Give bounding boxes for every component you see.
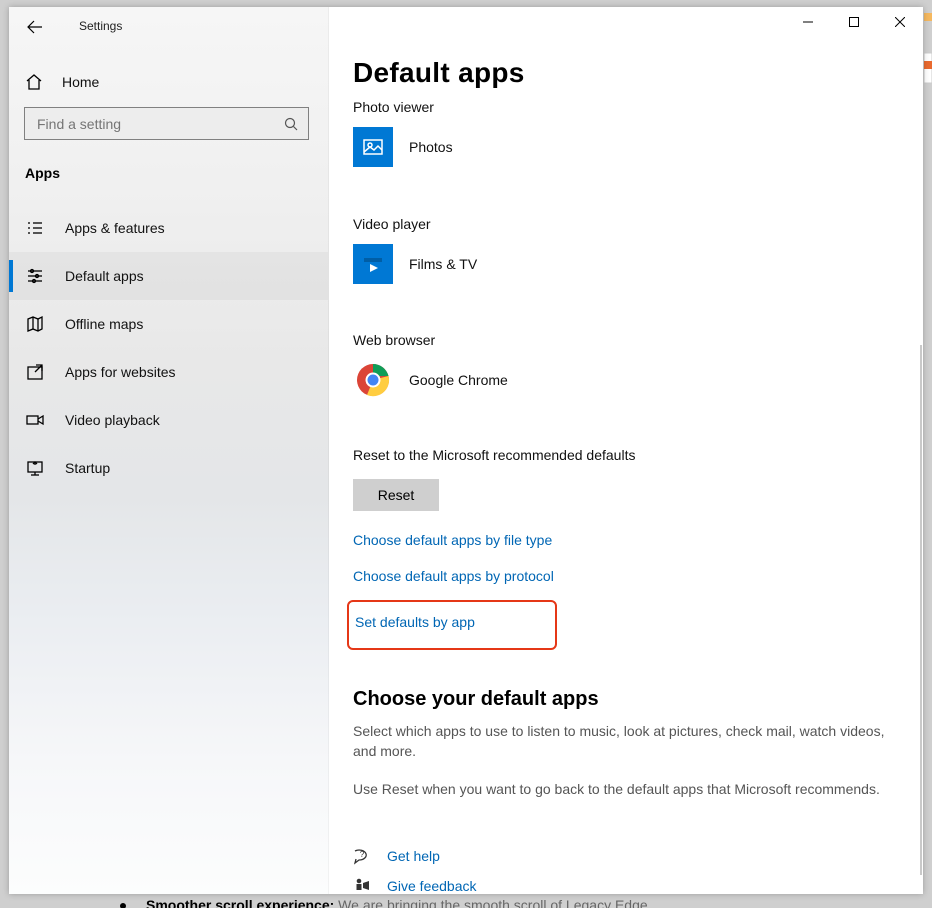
window-title: Settings [79, 19, 122, 33]
default-photo-viewer[interactable]: Photo viewer Photos [353, 99, 453, 167]
sidebar: Settings Home Apps Apps & features [9, 7, 329, 894]
help-icon: ? [353, 847, 371, 865]
give-feedback-link[interactable]: Give feedback [353, 877, 477, 895]
sidebar-item-label: Apps & features [65, 220, 165, 236]
list-icon [25, 218, 45, 238]
sidebar-section-label: Apps [25, 165, 60, 181]
maximize-icon [849, 17, 859, 27]
home-icon [24, 72, 44, 92]
maximize-button[interactable] [831, 7, 877, 37]
page-title: Default apps [353, 57, 525, 89]
app-name: Google Chrome [409, 372, 508, 388]
give-feedback-label: Give feedback [387, 878, 477, 894]
open-in-app-icon [25, 362, 45, 382]
sidebar-item-label: Video playback [65, 412, 160, 428]
category-label: Photo viewer [353, 99, 453, 115]
startup-icon [25, 458, 45, 478]
settings-window: Settings Home Apps Apps & features [9, 7, 923, 894]
help-paragraph-1: Select which apps to use to listen to mu… [353, 721, 893, 761]
sidebar-item-video-playback[interactable]: Video playback [9, 396, 328, 444]
sidebar-item-default-apps[interactable]: Default apps [9, 252, 328, 300]
sidebar-nav: Apps & features Default apps Offline map… [9, 204, 328, 492]
sidebar-item-label: Offline maps [65, 316, 143, 332]
svg-text:?: ? [360, 850, 365, 859]
sidebar-item-offline-maps[interactable]: Offline maps [9, 300, 328, 348]
annotation-highlight: Set defaults by app [347, 600, 557, 650]
link-set-defaults-by-app[interactable]: Set defaults by app [355, 614, 475, 630]
photos-tile-icon [353, 127, 393, 167]
sidebar-item-startup[interactable]: Startup [9, 444, 328, 492]
background-page-text: Smoother scroll experience: We are bring… [120, 897, 648, 908]
sidebar-item-label: Apps for websites [65, 364, 176, 380]
app-name: Films & TV [409, 256, 477, 272]
help-section: Choose your default apps Select which ap… [353, 688, 893, 799]
close-button[interactable] [877, 7, 923, 37]
links-section: Choose default apps by file type Choose … [353, 532, 557, 650]
sidebar-item-apps-for-websites[interactable]: Apps for websites [9, 348, 328, 396]
home-button[interactable]: Home [24, 62, 99, 102]
help-title: Choose your default apps [353, 688, 893, 711]
app-name: Photos [409, 139, 453, 155]
close-icon [895, 17, 905, 27]
search-field[interactable] [35, 115, 274, 133]
content-pane: Default apps Photo viewer Photos Video p… [329, 7, 923, 894]
feedback-icon [353, 877, 371, 895]
window-caption-buttons [785, 7, 923, 37]
get-help-label: Get help [387, 848, 440, 864]
help-paragraph-2: Use Reset when you want to go back to th… [353, 779, 893, 799]
defaults-icon [25, 266, 45, 286]
sidebar-item-label: Default apps [65, 268, 144, 284]
link-choose-by-file-type[interactable]: Choose default apps by file type [353, 532, 557, 548]
reset-header: Reset to the Microsoft recommended defau… [353, 447, 635, 463]
arrow-left-icon [27, 19, 43, 35]
default-video-player[interactable]: Video player Films & TV [353, 216, 477, 284]
chrome-tile-icon [353, 360, 393, 400]
link-choose-by-protocol[interactable]: Choose default apps by protocol [353, 568, 557, 584]
films-tv-tile-icon [353, 244, 393, 284]
search-input[interactable] [24, 107, 309, 140]
sidebar-item-label: Startup [65, 460, 110, 476]
minimize-button[interactable] [785, 7, 831, 37]
background-peek [924, 13, 932, 103]
minimize-icon [803, 17, 813, 27]
search-icon [284, 117, 298, 131]
sidebar-item-apps-features[interactable]: Apps & features [9, 204, 328, 252]
get-help-link[interactable]: ? Get help [353, 847, 477, 865]
home-label: Home [62, 74, 99, 90]
reset-section: Reset to the Microsoft recommended defau… [353, 447, 635, 511]
default-web-browser[interactable]: Web browser Google Chrome [353, 332, 508, 400]
category-label: Web browser [353, 332, 508, 348]
scrollbar[interactable] [920, 345, 922, 875]
category-label: Video player [353, 216, 477, 232]
reset-button[interactable]: Reset [353, 479, 439, 511]
map-icon [25, 314, 45, 334]
footer-links: ? Get help Give feedback [353, 847, 477, 895]
back-button[interactable] [9, 7, 61, 47]
video-icon [25, 410, 45, 430]
